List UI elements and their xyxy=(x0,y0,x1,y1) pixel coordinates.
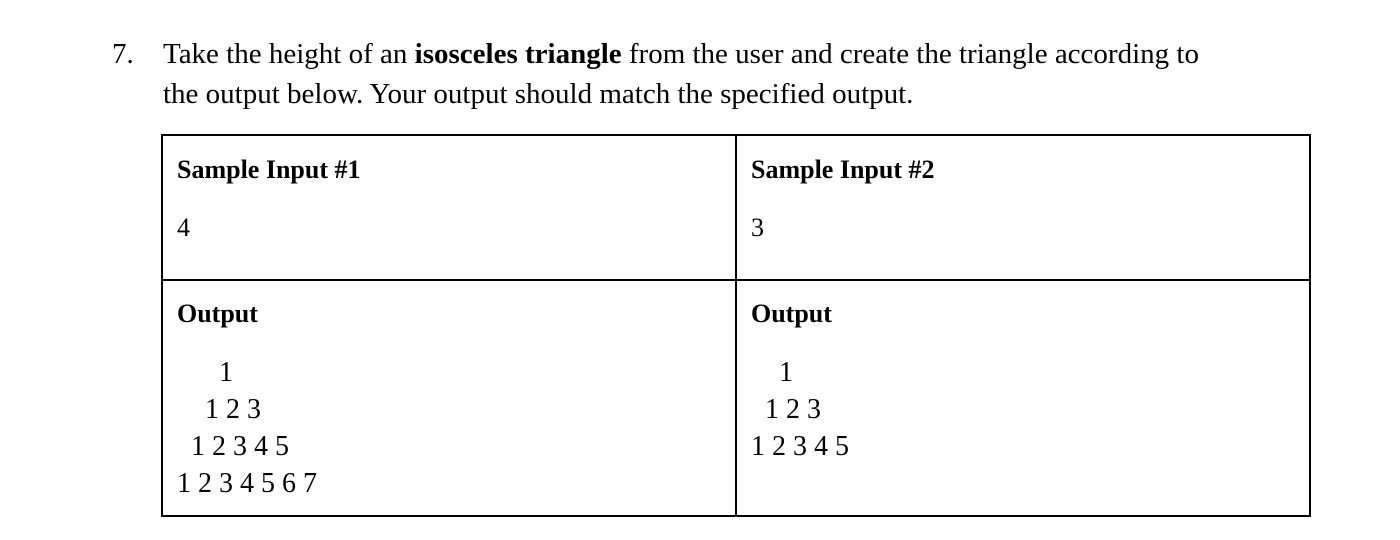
sample-input-title-2: Sample Input #2 xyxy=(751,155,935,184)
question-text-line1-end: from the user and create the triangle ac… xyxy=(621,38,1199,70)
output-line: 1 2 3 xyxy=(751,394,821,425)
output-line: 1 2 3 4 5 xyxy=(177,431,289,462)
sample-output-row: Output 1 1 2 3 1 2 3 4 5 1 2 3 4 5 6 7 O… xyxy=(161,279,1311,517)
sample-output-lines-1: 1 1 2 3 1 2 3 4 5 1 2 3 4 5 6 7 xyxy=(177,354,317,502)
sample-output-title-1: Output xyxy=(177,299,258,328)
sample-output-cell-1: Output 1 1 2 3 1 2 3 4 5 1 2 3 4 5 6 7 xyxy=(161,279,737,517)
question-text-line1: Take the height of an isosceles triangle… xyxy=(163,36,1199,72)
output-line: 1 xyxy=(751,357,793,388)
question-text-line2: the output below. Your output should mat… xyxy=(163,78,914,110)
sample-input-cell-2: Sample Input #2 3 xyxy=(735,134,1311,281)
output-line: 1 xyxy=(177,357,233,388)
sample-output-title-2: Output xyxy=(751,299,832,328)
question-text-line1-start: Take the height of an xyxy=(163,38,415,70)
question-text-bold: isosceles triangle xyxy=(414,38,622,70)
output-line: 1 2 3 4 5 xyxy=(751,431,849,462)
sample-input-value-1: 4 xyxy=(177,213,190,242)
sample-input-cell-1: Sample Input #1 4 xyxy=(161,134,737,281)
output-line: 1 2 3 4 5 6 7 xyxy=(177,468,317,499)
sample-input-row: Sample Input #1 4 Sample Input #2 3 xyxy=(161,134,1311,281)
output-line: 1 2 3 xyxy=(177,394,261,425)
sample-input-value-2: 3 xyxy=(751,213,764,242)
sample-input-title-1: Sample Input #1 xyxy=(177,155,361,184)
sample-output-lines-2: 1 1 2 3 1 2 3 4 5 xyxy=(751,354,849,465)
question-number: 7. xyxy=(112,38,134,70)
samples-table: Sample Input #1 4 Sample Input #2 3 Outp… xyxy=(161,134,1311,517)
sample-output-cell-2: Output 1 1 2 3 1 2 3 4 5 xyxy=(735,279,1311,517)
